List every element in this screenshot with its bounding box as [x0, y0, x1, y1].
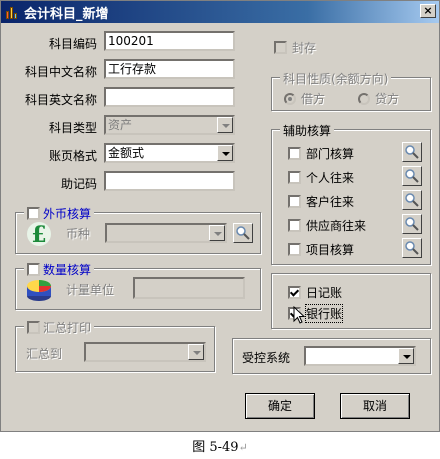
aux-item-personal[interactable]: 个人往来	[288, 169, 354, 186]
controlled-system-group: 受控系统	[232, 338, 431, 374]
aux-customer-search-button[interactable]	[402, 190, 422, 210]
daily-journal-checkbox[interactable]	[288, 286, 301, 299]
code-input[interactable]: 100201	[104, 31, 235, 51]
aux-item-customer[interactable]: 客户往来	[288, 193, 354, 210]
aux-supplier-search-button[interactable]	[402, 214, 422, 234]
daily-journal-label: 日记账	[306, 286, 343, 300]
aux-personal-search-button[interactable]	[402, 166, 422, 186]
foreign-currency-group: 外币核算 £ 币种	[15, 205, 261, 254]
aux-project-label: 项目核算	[306, 243, 355, 257]
aux-supplier-checkbox[interactable]	[288, 219, 301, 232]
en-name-label: 科目英文名称	[24, 93, 97, 107]
aux-department-checkbox[interactable]	[288, 147, 301, 160]
window-title: 会计科目_新增	[24, 6, 109, 22]
controlled-system-dropdown-arrow-icon[interactable]	[398, 348, 414, 364]
figure-caption-text: 图 5-49	[192, 440, 239, 455]
bank-journal-label: 银行账	[304, 304, 344, 323]
summary-print-checkbox	[27, 321, 40, 334]
title-bar[interactable]: 会计科目_新增 ×	[1, 1, 439, 23]
type-dropdown-arrow-icon	[217, 117, 233, 133]
seal-option: 封存	[274, 39, 316, 56]
balance-direction-group: 科目性质(余额方向) 借方 贷方	[271, 70, 431, 111]
mnemonic-input[interactable]	[104, 171, 235, 191]
credit-radio	[358, 92, 370, 105]
quantity-checkbox[interactable]	[27, 263, 40, 276]
magnifier-icon	[405, 217, 419, 231]
type-select: 资产	[104, 115, 235, 135]
aux-item-supplier[interactable]: 供应商往来	[288, 217, 366, 234]
aux-customer-label: 客户往来	[306, 195, 355, 209]
magnifier-icon	[405, 193, 419, 207]
type-value: 资产	[108, 118, 133, 132]
aux-department-search-button[interactable]	[402, 142, 422, 162]
unit-input	[133, 277, 245, 299]
quantity-cylinder-icon	[27, 280, 51, 301]
code-label: 科目编码	[48, 37, 97, 51]
mnemonic-label: 助记码	[60, 177, 97, 191]
summary-to-select	[84, 342, 206, 362]
currency-search-button[interactable]	[233, 223, 253, 243]
unit-label: 计量单位	[66, 283, 115, 297]
currency-dropdown-arrow-icon	[209, 225, 225, 241]
aux-department-label: 部门核算	[306, 147, 355, 161]
aux-customer-checkbox[interactable]	[288, 195, 301, 208]
summary-print-group: 汇总打印 汇总到	[15, 319, 215, 372]
pound-currency-icon: £	[27, 222, 51, 247]
figure-caption: 图 5-49↵	[192, 440, 248, 455]
aux-item-project[interactable]: 项目核算	[288, 241, 354, 258]
quantity-legend[interactable]: 数量核算	[24, 261, 95, 278]
svg-text:£: £	[31, 222, 46, 247]
summary-to-label: 汇总到	[26, 347, 63, 361]
magnifier-icon	[405, 241, 419, 255]
type-label: 科目类型	[48, 121, 97, 135]
seal-checkbox	[274, 41, 287, 54]
balance-direction-title: 科目性质(余额方向)	[280, 70, 392, 87]
aux-project-checkbox[interactable]	[288, 243, 301, 256]
aux-personal-label: 个人往来	[306, 171, 355, 185]
magnifier-icon	[236, 226, 250, 240]
cn-name-label: 科目中文名称	[24, 65, 97, 79]
auxiliary-group: 辅助核算 部门核算 个人往来 客户往来 供应商往来 项目核算	[271, 122, 431, 265]
cn-name-input[interactable]: 工行存款	[104, 59, 235, 79]
foreign-currency-legend[interactable]: 外币核算	[24, 205, 95, 222]
ledger-format-dropdown-arrow-icon[interactable]	[217, 145, 233, 161]
auxiliary-title: 辅助核算	[280, 122, 335, 139]
credit-option: 贷方	[358, 90, 399, 107]
controlled-system-select[interactable]	[304, 346, 416, 366]
quantity-group: 数量核算 计量单位	[15, 261, 261, 310]
aux-personal-checkbox[interactable]	[288, 171, 301, 184]
magnifier-icon	[405, 145, 419, 159]
seal-label: 封存	[292, 41, 317, 55]
currency-select	[105, 223, 227, 243]
ledger-format-value: 金额式	[108, 146, 145, 160]
debit-label: 借方	[301, 92, 326, 106]
daily-journal-option[interactable]: 日记账	[288, 284, 342, 301]
ok-button[interactable]: 确定	[245, 393, 315, 419]
currency-label: 币种	[66, 227, 91, 241]
summary-print-legend: 汇总打印	[24, 319, 95, 336]
close-button[interactable]: ×	[420, 4, 436, 18]
debit-option: 借方	[284, 90, 325, 107]
controlled-system-label: 受控系统	[242, 351, 291, 365]
debit-radio	[284, 92, 296, 105]
journals-group: 日记账 银行账	[271, 273, 431, 329]
aux-project-search-button[interactable]	[402, 238, 422, 258]
foreign-currency-label: 外币核算	[43, 207, 92, 221]
mouse-cursor-icon	[293, 306, 306, 324]
aux-item-department[interactable]: 部门核算	[288, 145, 354, 162]
app-bars-icon	[4, 4, 20, 20]
ledger-format-select[interactable]: 金额式	[104, 143, 235, 163]
credit-label: 贷方	[375, 92, 400, 106]
dialog-window: 会计科目_新增 × 科目编码 100201 科目中文名称 工行存款 科目英文名称…	[0, 0, 440, 432]
aux-supplier-label: 供应商往来	[306, 219, 367, 233]
en-name-input[interactable]	[104, 87, 235, 107]
summary-print-label: 汇总打印	[43, 321, 92, 335]
ledger-format-label: 账页格式	[48, 149, 97, 163]
magnifier-icon	[405, 169, 419, 183]
summary-to-dropdown-arrow-icon	[188, 344, 204, 360]
quantity-label: 数量核算	[43, 263, 92, 277]
foreign-currency-checkbox[interactable]	[27, 207, 40, 220]
cancel-button[interactable]: 取消	[340, 393, 410, 419]
